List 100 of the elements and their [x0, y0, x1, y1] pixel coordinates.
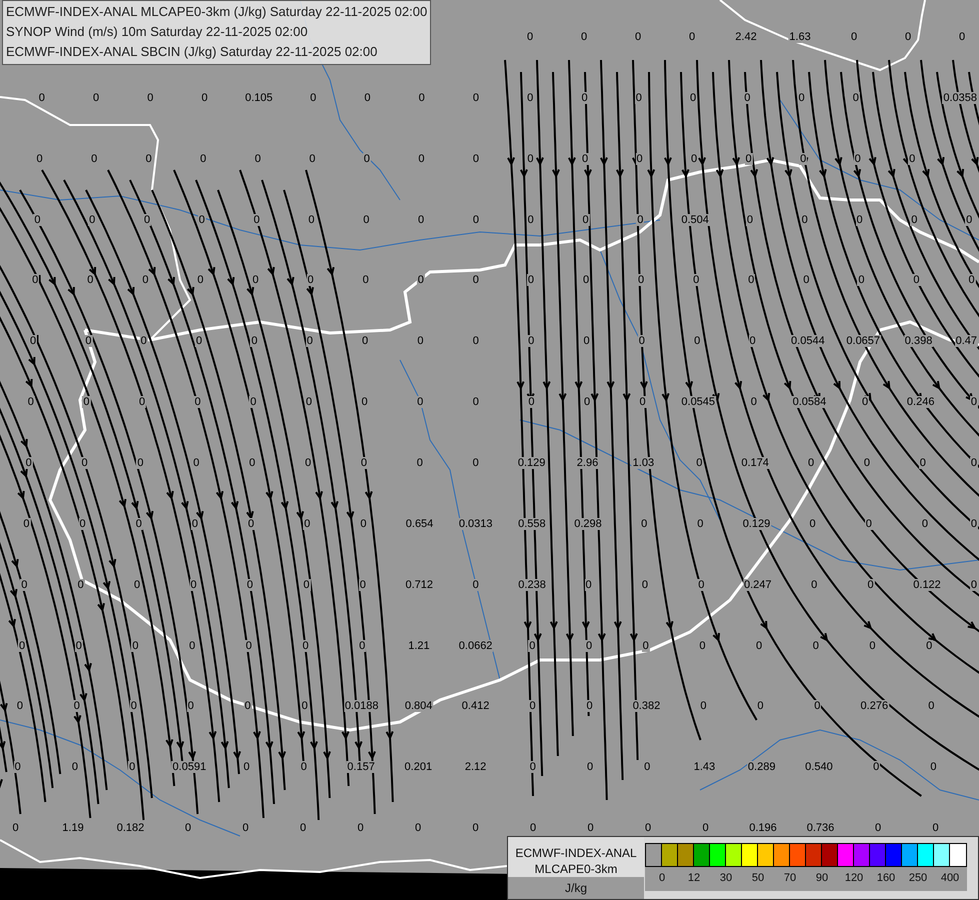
cape-value-label: 0 [247, 518, 256, 530]
cape-value-label: 0 [701, 822, 710, 834]
cape-value-label: 0 [472, 92, 480, 104]
cape-value-label: 0 [308, 152, 316, 165]
cape-value-label: 0 [798, 92, 806, 104]
cape-value-label: 0 [929, 761, 938, 774]
cape-value-label: 0 [194, 396, 202, 408]
cape-value-label: 0 [748, 335, 757, 348]
legend-tick-label: 0 [658, 872, 666, 884]
cape-value-label: 0.0662 [458, 640, 494, 652]
cape-value-label: 0 [416, 396, 424, 408]
cape-value-label: 0 [910, 214, 918, 226]
cape-value-label: 0 [696, 518, 704, 530]
cape-value-label: 0 [418, 92, 426, 104]
cape-value-label: 0 [249, 396, 258, 408]
cape-value-label: 0.47 [954, 335, 978, 348]
cape-value-label: 0 [638, 396, 647, 408]
cape-value-label: 0 [14, 761, 22, 774]
cape-value-label: 0.276 [860, 700, 890, 712]
cape-value-label: 0 [640, 578, 649, 591]
cape-value-label: 0 [298, 822, 308, 834]
cape-value-label: 0 [133, 578, 142, 591]
cape-value-label: 0 [528, 761, 537, 774]
cape-value-label: 0 [854, 152, 862, 165]
cape-value-label: 0 [472, 274, 480, 286]
cape-value-label: 0 [472, 578, 480, 591]
cape-value-label: 0.246 [906, 396, 936, 408]
cape-value-label: 0 [526, 214, 535, 226]
layer-title: SYNOP Wind (m/s) 10m Saturday 22-11-2025 02:00 [6, 23, 309, 41]
cape-value-label: 0 [142, 214, 152, 226]
cape-value-label: 0 [28, 335, 38, 348]
cape-value-label: 0 [528, 822, 538, 834]
cape-value-label: 0 [417, 214, 426, 226]
cape-value-label: 0.558 [517, 518, 547, 530]
cape-value-label: 0 [244, 700, 252, 712]
cape-value-label: 0 [526, 92, 534, 104]
cape-value-label: 0.0313 [458, 518, 494, 530]
cape-value-label: 0 [697, 578, 706, 591]
cape-value-label: 1.63 [788, 31, 812, 43]
cape-value-label: 0 [361, 335, 370, 348]
cape-value-label: 0 [86, 274, 94, 286]
cape-value-label: 0 [356, 822, 365, 834]
cape-value-label: 0 [580, 31, 588, 43]
cape-value-label: 0.247 [743, 578, 773, 591]
cape-value-label: 0 [251, 274, 260, 286]
cape-value-label: 0 [925, 640, 934, 652]
cape-value-label: 0 [693, 335, 702, 348]
cape-value-label: 0 [36, 152, 44, 165]
cape-value-label: 0 [640, 518, 648, 530]
cape-value-label: 0 [582, 335, 591, 348]
cape-value-label: 0 [362, 152, 371, 165]
cape-value-label: 0 [690, 152, 698, 165]
cape-value-label: 0.398 [904, 335, 934, 348]
cape-value-label: 0 [643, 761, 652, 774]
layer-title: ECMWF-INDEX-ANAL SBCIN (J/kg) Saturday 22-11-2025 02:00 [6, 43, 378, 61]
cape-value-label: 0.804 [404, 700, 434, 712]
cape-value-label: 0 [526, 31, 534, 43]
cape-value-label: 2.96 [576, 456, 600, 469]
cape-value-label: 0 [755, 640, 764, 652]
cape-value-label: 0 [416, 456, 424, 469]
cape-value-label: 2.42 [734, 31, 758, 43]
cape-value-label: 0 [146, 92, 154, 104]
cape-value-label: 0 [90, 152, 98, 165]
cape-value-label: 0 [24, 456, 33, 469]
cape-value-label: 0 [688, 31, 696, 43]
cape-value-label: 0 [812, 640, 820, 652]
cape-value-label: 0 [970, 396, 978, 408]
cape-value-label: 0 [970, 518, 978, 530]
cape-value-label: 0 [362, 274, 370, 286]
cape-value-label: 0 [134, 518, 143, 530]
cape-value-label: 0 [965, 214, 974, 226]
cape-value-label: 0 [699, 700, 708, 712]
cape-value-label: 0 [360, 456, 368, 469]
cape-value-label: 0 [920, 518, 929, 530]
cape-value-label: 0 [250, 335, 258, 348]
cape-value-label: 0 [634, 31, 642, 43]
cape-value-label: 0 [642, 640, 650, 652]
cape-value-label: 0 [636, 214, 644, 226]
cape-value-label: 0 [189, 578, 198, 591]
legend-title: MLCAPE0-3km [534, 861, 618, 877]
cape-value-label: 0 [472, 152, 480, 165]
cape-value-label: 0.0584 [792, 396, 828, 408]
cape-value-label: 0.238 [517, 578, 547, 591]
cape-value-label: 0.201 [404, 761, 434, 774]
cape-value-label: 0 [695, 456, 704, 469]
cape-value-label: 0 [750, 396, 758, 408]
cape-value-label: 0 [358, 640, 366, 652]
cape-value-label: 0.298 [573, 518, 603, 530]
cape-value-label: 0.0591 [172, 761, 208, 774]
cape-value-label: 0 [527, 335, 536, 348]
cape-value-label: 0 [692, 274, 700, 286]
cape-value-label: 0 [580, 92, 589, 104]
cape-value-label: 0 [304, 396, 313, 408]
cape-value-label: 0 [970, 578, 978, 591]
cape-value-label: 0 [638, 335, 646, 348]
cape-value-label: 0 [526, 152, 535, 165]
cape-value-label: 0 [130, 700, 138, 712]
cape-value-label: 0 [585, 700, 594, 712]
cape-value-label: 0 [363, 92, 372, 104]
cape-value-label: 0 [303, 518, 312, 530]
